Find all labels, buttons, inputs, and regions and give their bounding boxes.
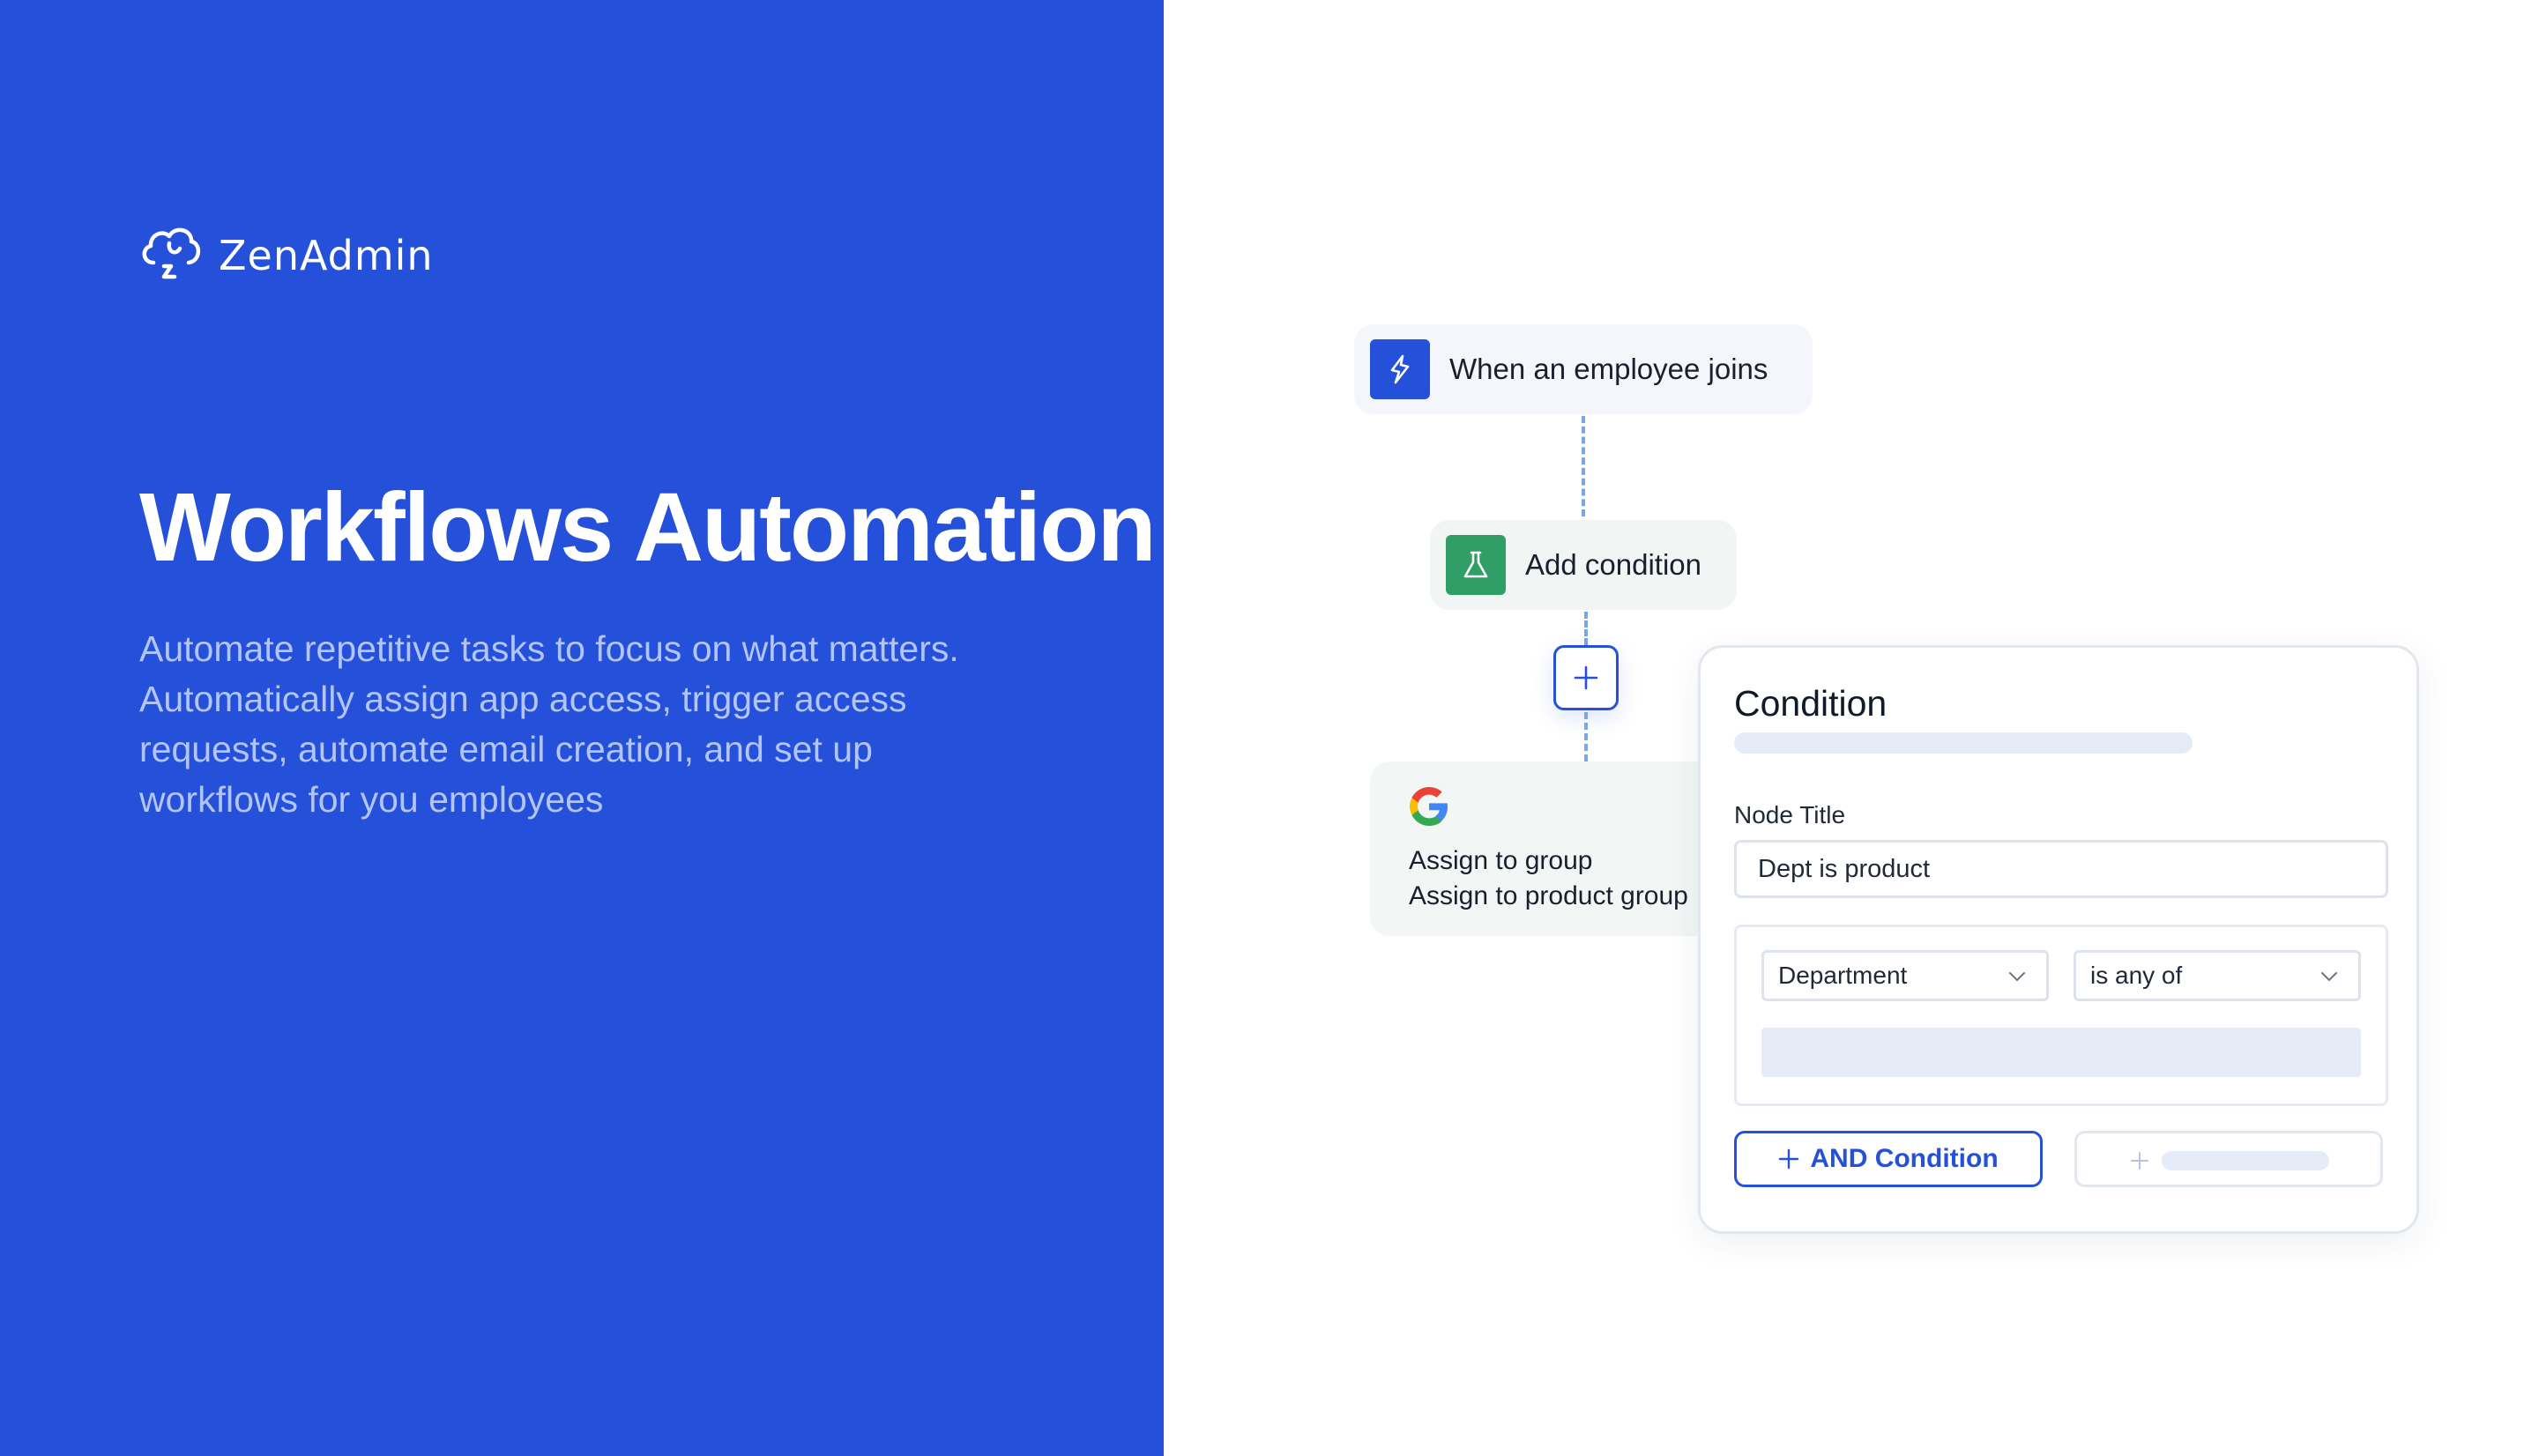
google-icon (1410, 787, 1448, 826)
plus-icon (1574, 665, 1598, 690)
value-input[interactable] (1761, 1028, 2361, 1077)
cloud-logo-icon (138, 222, 203, 288)
field-select[interactable]: Department (1761, 950, 2049, 1001)
placeholder-bar (1734, 732, 2193, 754)
and-condition-label: AND Condition (1810, 1144, 1999, 1173)
node-title-label: Node Title (1734, 801, 1846, 828)
trigger-label: When an employee joins (1449, 353, 1768, 385)
condition-panel: Condition Node Title Dept is product Dep… (1698, 645, 2419, 1234)
trigger-node[interactable]: When an employee joins (1354, 324, 1813, 414)
brand-name: ZenAdmin (219, 231, 434, 279)
chevron-down-icon (2321, 972, 2337, 982)
connector-line (1584, 612, 1588, 645)
page-title: Workflows Automation (139, 473, 1157, 582)
panel-title: Condition (1734, 683, 1887, 724)
field-select-value: Department (1778, 962, 1908, 989)
placeholder-bar (2162, 1151, 2329, 1170)
condition-rule: Department is any of (1734, 925, 2388, 1106)
action-node[interactable]: Assign to group Assign to product group (1370, 761, 1749, 936)
lightning-icon (1370, 339, 1430, 399)
plus-icon (2131, 1152, 2148, 1170)
action-line-1: Assign to group (1409, 846, 1593, 875)
operator-select[interactable]: is any of (2074, 950, 2361, 1001)
add-step-button[interactable] (1553, 645, 1619, 710)
and-condition-button[interactable]: AND Condition (1734, 1131, 2043, 1187)
connector-line (1582, 416, 1585, 516)
condition-node[interactable]: Add condition (1430, 520, 1737, 610)
add-group-button[interactable] (2074, 1131, 2383, 1187)
operator-select-value: is any of (2090, 962, 2183, 989)
action-line-2: Assign to product group (1409, 881, 1688, 910)
page-description: Automate repetitive tasks to focus on wh… (139, 628, 959, 820)
condition-node-label: Add condition (1525, 548, 1701, 581)
flask-icon (1446, 535, 1506, 595)
hero-panel: ZenAdmin Workflows Automation Automate r… (0, 0, 1164, 1456)
plus-icon (1779, 1148, 1799, 1170)
connector-line (1584, 712, 1588, 761)
node-title-input[interactable]: Dept is product (1734, 840, 2388, 898)
brand-logo[interactable]: ZenAdmin (138, 222, 434, 288)
chevron-down-icon (2009, 972, 2025, 982)
